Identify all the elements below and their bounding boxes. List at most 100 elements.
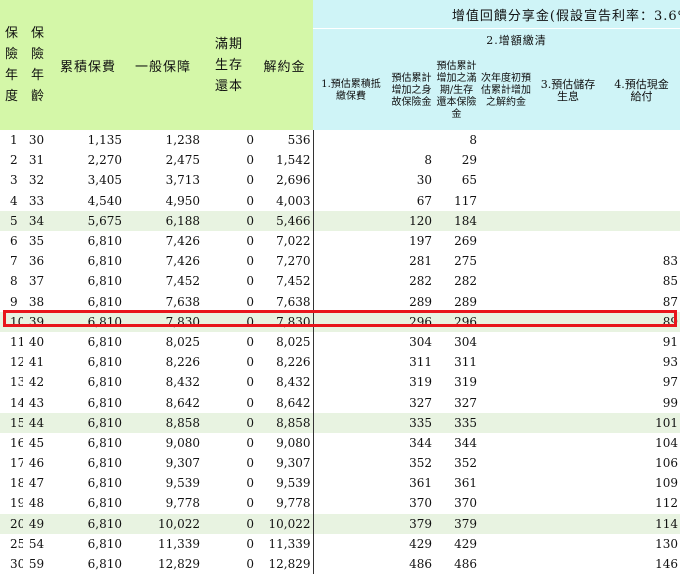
cell-col-8: 65 [461, 173, 477, 188]
cell-col-0: 1 [10, 133, 18, 148]
cell-col-4: 0 [246, 456, 254, 471]
cell-col-7 [389, 130, 434, 150]
cell-col-8: 282 [454, 274, 477, 289]
cell-col-2: 6,810 [87, 456, 122, 471]
cell-col-10 [533, 473, 603, 493]
cell-col-10 [533, 372, 603, 392]
cell-col-11: 91 [662, 334, 679, 349]
cell-col-8: 289 [454, 294, 477, 309]
cell-col-2: 6,810 [87, 557, 122, 572]
header-est-maturity-text: 預估累計增加之滿期/生存還本保險金 [436, 60, 477, 120]
cell-col-1: 33 [28, 193, 45, 208]
cell-col-7: 8 [424, 153, 432, 168]
header-est-maturity: 預估累計增加之滿期/生存還本保險金 [434, 51, 479, 130]
cell-col-2: 6,810 [87, 274, 122, 289]
cell-col-4: 0 [246, 173, 254, 188]
cell-col-10 [533, 453, 603, 473]
cell-col-8: 379 [434, 513, 479, 534]
cell-col-4: 0 [202, 513, 256, 534]
cell-col-3: 1,238 [165, 133, 200, 148]
cell-col-10 [533, 513, 603, 534]
cell-col-9 [479, 493, 533, 513]
cell-col-10 [533, 352, 603, 372]
cell-col-9 [479, 554, 533, 574]
cell-col-11: 83 [662, 254, 679, 269]
cell-col-3: 7,426 [165, 234, 200, 249]
header-est-cum-offset: 1.預估累積抵繳保費 [313, 51, 389, 130]
cell-col-1: 40 [28, 334, 45, 349]
cell-col-8: 319 [454, 375, 477, 390]
cell-col-7: 429 [409, 536, 432, 551]
cell-col-0: 5 [0, 210, 23, 231]
cell-col-6 [312, 210, 389, 231]
cell-col-3: 7,638 [165, 294, 200, 309]
cell-col-0: 8 [10, 274, 18, 289]
table-row: 3 32 3,405 3,713 0 2,696 30 65 [0, 170, 680, 191]
cell-col-11 [603, 231, 680, 251]
cell-col-2: 6,810 [87, 496, 122, 511]
cell-col-0: 25 [10, 536, 23, 551]
cell-col-10 [533, 271, 603, 291]
cell-col-10 [533, 170, 603, 190]
cell-col-11: 109 [655, 476, 679, 491]
cell-col-8: 335 [434, 412, 479, 433]
cell-col-7: 327 [409, 395, 432, 410]
cell-col-9 [479, 372, 533, 392]
cell-col-4: 0 [246, 294, 254, 309]
cell-col-8: 304 [454, 334, 477, 349]
cell-col-0: 18 [10, 476, 23, 491]
title-text: 增值回饋分享金(假設宣告利率：3.6%) [451, 8, 681, 24]
cell-col-9 [479, 392, 533, 412]
cell-col-3: 4,950 [165, 193, 200, 208]
header-est-cum-offset-text: 1.預估累積抵繳保費 [321, 78, 381, 102]
cell-col-1: 30 [28, 133, 45, 148]
cell-col-10 [533, 433, 603, 453]
cell-col-5: 7,452 [276, 274, 311, 289]
cell-col-5: 8,858 [256, 412, 313, 433]
cell-col-7: 379 [389, 513, 434, 534]
highlight-box-year-10 [3, 310, 677, 327]
cell-col-11: 104 [655, 435, 679, 450]
cell-col-3: 9,080 [165, 435, 200, 450]
cell-col-9 [479, 433, 533, 453]
cell-col-9 [479, 271, 533, 291]
cell-col-0: 9 [10, 294, 18, 309]
cell-col-1: 46 [28, 456, 45, 471]
cell-col-9 [479, 191, 533, 211]
cell-col-11 [603, 170, 680, 190]
benefit-table: 保險年度 保險年齡 累積保費 一般保障 滿期生存還本 解約金 增值回饋分享金(假… [0, 0, 681, 574]
cell-col-4: 0 [202, 210, 256, 231]
cell-col-10 [533, 332, 603, 352]
cell-col-1: 43 [28, 395, 45, 410]
cell-col-5: 7,270 [276, 254, 311, 269]
header-est-cash-text: 4.預估現金給付 [614, 77, 669, 103]
table-row: 15 44 6,810 8,858 0 8,858 335 335 101 [0, 412, 681, 433]
cell-col-0: 2 [10, 153, 18, 168]
cell-col-6 [312, 130, 389, 151]
cell-col-6 [312, 493, 389, 514]
cell-col-5: 9,778 [276, 496, 311, 511]
table-row: 17 46 6,810 9,307 0 9,307 352 352 106 [0, 453, 680, 474]
header-est-death: 預估累計增加之身故保險金 [389, 51, 434, 130]
cell-col-11: 101 [603, 412, 681, 433]
cell-col-10 [533, 210, 603, 231]
cell-col-9 [479, 292, 533, 312]
cell-col-9 [479, 453, 533, 473]
header-general: 一般保障 [124, 0, 202, 130]
cell-col-4: 0 [246, 234, 254, 249]
cell-col-7: 486 [409, 557, 432, 572]
cell-col-11 [603, 150, 680, 170]
cell-col-1: 59 [28, 557, 45, 572]
cell-col-5: 9,539 [276, 476, 311, 491]
cell-col-10 [533, 493, 603, 513]
cell-col-9 [479, 534, 533, 554]
cell-col-8: 352 [454, 456, 477, 471]
cell-col-2: 5,675 [52, 210, 124, 231]
header-cum-premium: 累積保費 [52, 0, 124, 130]
cell-col-6 [312, 553, 389, 574]
header-policy-year-text: 保險年度 [5, 26, 19, 104]
cell-col-7: 319 [409, 375, 432, 390]
header-est-cash: 4.預估現金給付 [603, 51, 681, 130]
cell-col-3: 9,539 [165, 476, 200, 491]
cell-col-1: 32 [28, 173, 45, 188]
